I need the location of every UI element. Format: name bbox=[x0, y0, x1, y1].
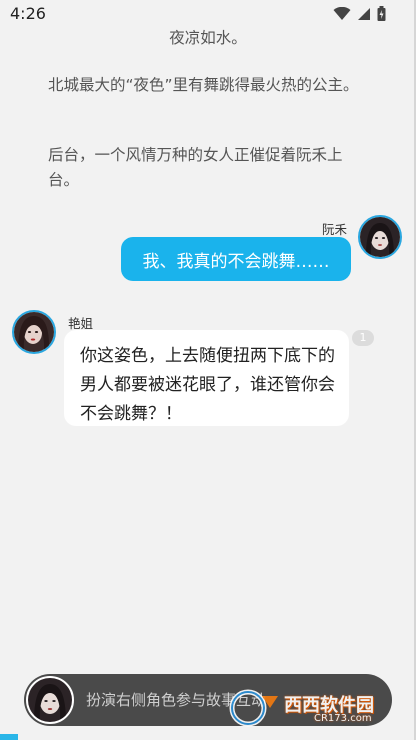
narration-line: 后台，一个风情万种的女人正催促着阮禾上台。 bbox=[48, 146, 343, 189]
status-bar: 4:26 bbox=[0, 0, 416, 28]
corner-indicator bbox=[0, 734, 18, 740]
narration-line: 夜凉如水。 bbox=[169, 29, 247, 47]
message-bubble-left: 你这姿色，上去随便扭两下底下的男人都要被迷花眼了，谁还管你会不会跳舞？！ bbox=[64, 330, 349, 426]
watermark-logo-icon bbox=[229, 689, 278, 727]
message-bubble-right: 我、我真的不会跳舞…… bbox=[121, 237, 351, 281]
avatar-right[interactable] bbox=[358, 215, 402, 259]
signal-icon bbox=[357, 7, 371, 21]
status-time: 4:26 bbox=[10, 4, 46, 23]
avatar-left[interactable] bbox=[12, 310, 56, 354]
portrait-icon bbox=[28, 678, 72, 722]
watermark-sub: CR173.com bbox=[314, 713, 372, 724]
portrait-icon bbox=[360, 217, 400, 257]
portrait-icon bbox=[14, 312, 54, 352]
status-icons bbox=[333, 6, 386, 21]
narration-line: 北城最大的“夜色”里有舞跳得最火热的公主。 bbox=[48, 76, 359, 94]
wifi-icon bbox=[333, 6, 351, 21]
role-avatar[interactable] bbox=[26, 676, 74, 724]
speaker-name-right: 阮禾 bbox=[322, 222, 348, 237]
watermark: 西西软件园 CR173.com bbox=[222, 686, 394, 730]
comment-count-badge[interactable]: 1 bbox=[352, 330, 374, 346]
battery-icon bbox=[377, 6, 386, 21]
